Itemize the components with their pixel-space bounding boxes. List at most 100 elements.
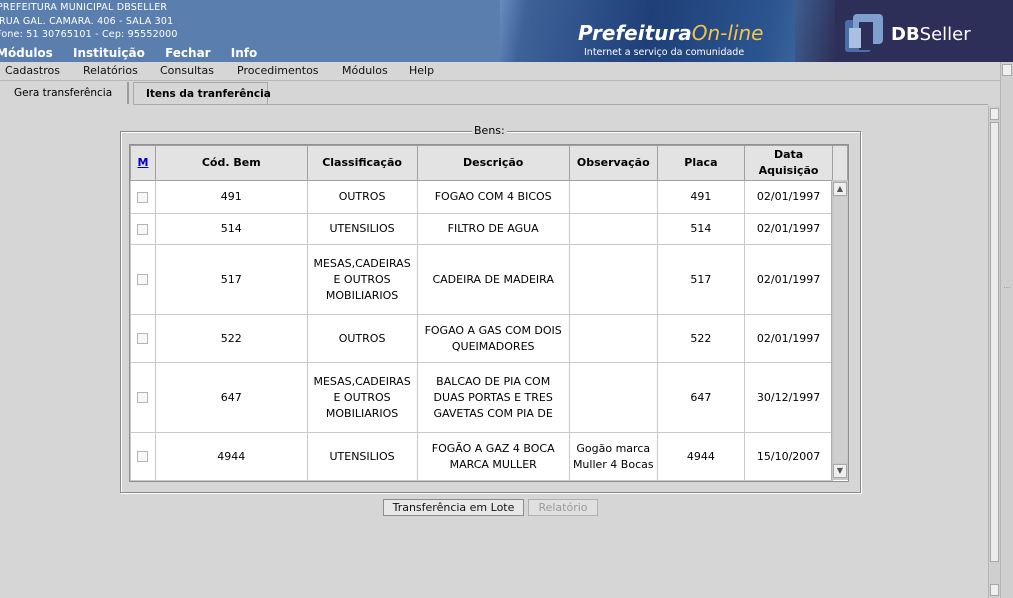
row-checkbox[interactable] [137, 451, 149, 462]
table-row[interactable]: 491 OUTROS FOGAO COM 4 BICOS 491 02/01/1997 [130, 180, 848, 214]
tab-gera-transferencia[interactable]: Gera transferência [0, 82, 129, 104]
table-row[interactable]: 647 MESAS,CADEIRAS E OUTROS MOBILIARIOS BA… [130, 362, 848, 433]
menu-bar: Cadastros Relatórios Consultas Procedime… [0, 62, 1000, 81]
cell-classificacao: MESAS,CADEIRAS E OUTROS MOBILIARIOS [306, 244, 418, 315]
cell-classificacao: UTENSILIOS [306, 432, 418, 481]
menu-cadastros[interactable]: Cadastros [5, 64, 60, 77]
transferencia-lote-button[interactable]: Transferência em Lote [383, 499, 524, 516]
cell-observacao [568, 244, 658, 315]
cell-data-aquisicao: 02/01/1997 [744, 244, 834, 315]
cell-descricao: FILTRO DE AGUA [416, 213, 570, 245]
menu-help[interactable]: Help [409, 64, 434, 77]
institution-name: PREFEITURA MUNICIPAL DBSELLER [0, 2, 168, 13]
cell-classificacao: OUTROS [306, 314, 418, 363]
menu-procedimentos[interactable]: Procedimentos [237, 64, 319, 77]
content-scroll-down-icon[interactable] [990, 584, 999, 596]
row-checkbox-cell[interactable] [130, 362, 156, 433]
cell-classificacao: UTENSILIOS [306, 213, 418, 245]
logo-seller-text: Seller [919, 24, 971, 45]
cell-cod-bem: 517 [154, 244, 308, 315]
dbseller-logo: DBSeller [795, 0, 1013, 62]
cell-cod-bem: 514 [154, 213, 308, 245]
header-cod-bem: Cód. Bem [154, 145, 308, 181]
cell-placa: 517 [656, 244, 746, 315]
table-row[interactable]: 514 UTENSILIOS FILTRO DE AGUA 514 02/01/1997 [130, 213, 848, 245]
row-checkbox[interactable] [137, 392, 149, 403]
cell-placa: 4944 [656, 432, 746, 481]
content-scroll-thumb[interactable] [990, 122, 999, 562]
page-scrollbar[interactable]: ··· [1000, 62, 1013, 598]
cell-observacao [568, 180, 658, 214]
tab-divider [133, 104, 988, 105]
table-row[interactable]: 4944 UTENSILIOS FOGÃO A GAZ 4 BOCA MARCA M… [130, 432, 848, 481]
logo-prefeitura-text: Prefeitura [578, 21, 692, 45]
cell-observacao: Gogão marca Muller 4 Bocas [568, 432, 658, 481]
cell-cod-bem: 522 [154, 314, 308, 363]
menu-consultas[interactable]: Consultas [160, 64, 214, 77]
table-header-row: M Cód. Bem Classificação Descrição Obser… [130, 145, 848, 181]
cell-data-aquisicao: 02/01/1997 [744, 180, 834, 214]
logo-db-text: DB [891, 24, 920, 45]
cell-descricao: CADEIRA DE MADEIRA [416, 244, 570, 315]
top-menu: Módulos Instituição Fechar Info [0, 46, 273, 60]
page-scroll-up-icon[interactable] [1002, 64, 1012, 76]
header-observacao: Observação [568, 145, 658, 181]
cell-cod-bem: 4944 [154, 432, 308, 481]
tab-itens-transferencia[interactable]: Itens da tranferência [133, 82, 271, 104]
row-checkbox-cell[interactable] [130, 180, 156, 214]
grid-scroll-up-arrow-icon[interactable]: ▲ [833, 182, 847, 196]
row-checkbox[interactable] [137, 333, 149, 344]
cell-data-aquisicao: 15/10/2007 [744, 432, 834, 481]
menu-relatorios[interactable]: Relatórios [83, 64, 138, 77]
row-checkbox[interactable] [137, 191, 149, 203]
cell-placa: 514 [656, 213, 746, 245]
row-checkbox-cell[interactable] [130, 213, 156, 245]
row-checkbox-cell[interactable] [130, 244, 156, 315]
top-menu-instituicao[interactable]: Instituição [73, 46, 145, 60]
grid-scroll-down-arrow-icon[interactable]: ▼ [833, 464, 847, 478]
cell-data-aquisicao: 30/12/1997 [744, 362, 834, 433]
cell-observacao [568, 314, 658, 363]
cell-observacao [568, 362, 658, 433]
cell-data-aquisicao: 02/01/1997 [744, 213, 834, 245]
top-menu-info[interactable]: Info [231, 46, 257, 60]
table-row[interactable]: 522 OUTROS FOGAO A GAS COM DOIS QUEIMADORE… [130, 314, 848, 363]
bens-grid: M Cód. Bem Classificação Descrição Obser… [129, 144, 849, 482]
cell-descricao: FOGÃO A GAZ 4 BOCA MARCA MULLER [416, 432, 570, 481]
row-checkbox-cell[interactable] [130, 314, 156, 363]
institution-contact: Fone: 51 30765101 - Cep: 95552000 [0, 29, 178, 40]
header-data-aquisicao: Data Aquisição [744, 145, 834, 181]
header-placa: Placa [656, 145, 746, 181]
menu-modulos[interactable]: Módulos [342, 64, 388, 77]
header-scroll-spacer [832, 145, 848, 181]
header-descricao: Descrição [416, 145, 570, 181]
page-scroll-grip-icon[interactable]: ··· [1003, 285, 1011, 300]
institution-info: PREFEITURA MUNICIPAL DBSELLER RUA GAL. C… [0, 1, 178, 42]
cell-placa: 647 [656, 362, 746, 433]
relatorio-button[interactable]: Relatório [528, 499, 598, 516]
cell-cod-bem: 647 [154, 362, 308, 433]
content-scrollbar[interactable] [988, 106, 1000, 598]
top-menu-fechar[interactable]: Fechar [165, 46, 211, 60]
cell-placa: 491 [656, 180, 746, 214]
grid-scroll-track[interactable] [834, 197, 847, 463]
content-scroll-up-icon[interactable] [990, 108, 999, 120]
bens-table: M Cód. Bem Classificação Descrição Obser… [130, 145, 848, 481]
dbseller-logo-icon [845, 14, 883, 52]
cell-classificacao: MESAS,CADEIRAS E OUTROS MOBILIARIOS [306, 362, 418, 433]
row-checkbox-cell[interactable] [130, 432, 156, 481]
cell-descricao: FOGAO COM 4 BICOS [416, 180, 570, 214]
top-menu-modulos[interactable]: Módulos [0, 46, 53, 60]
logo-tagline: Internet a serviço da comunidade [584, 47, 745, 58]
cell-data-aquisicao: 02/01/1997 [744, 314, 834, 363]
cell-classificacao: OUTROS [306, 180, 418, 214]
cell-descricao: FOGAO A GAS COM DOIS QUEIMADORES [416, 314, 570, 363]
grid-scrollbar[interactable]: ▲ ▼ [831, 180, 848, 480]
header-classificacao: Classificação [306, 145, 418, 181]
row-checkbox[interactable] [137, 274, 149, 285]
mark-all-link[interactable]: M [137, 156, 148, 169]
institution-address: RUA GAL. CAMARA. 406 - SALA 301 [0, 15, 174, 27]
header-mark-all[interactable]: M [130, 145, 156, 181]
table-row[interactable]: 517 MESAS,CADEIRAS E OUTROS MOBILIARIOS CA… [130, 244, 848, 315]
row-checkbox[interactable] [137, 223, 149, 235]
